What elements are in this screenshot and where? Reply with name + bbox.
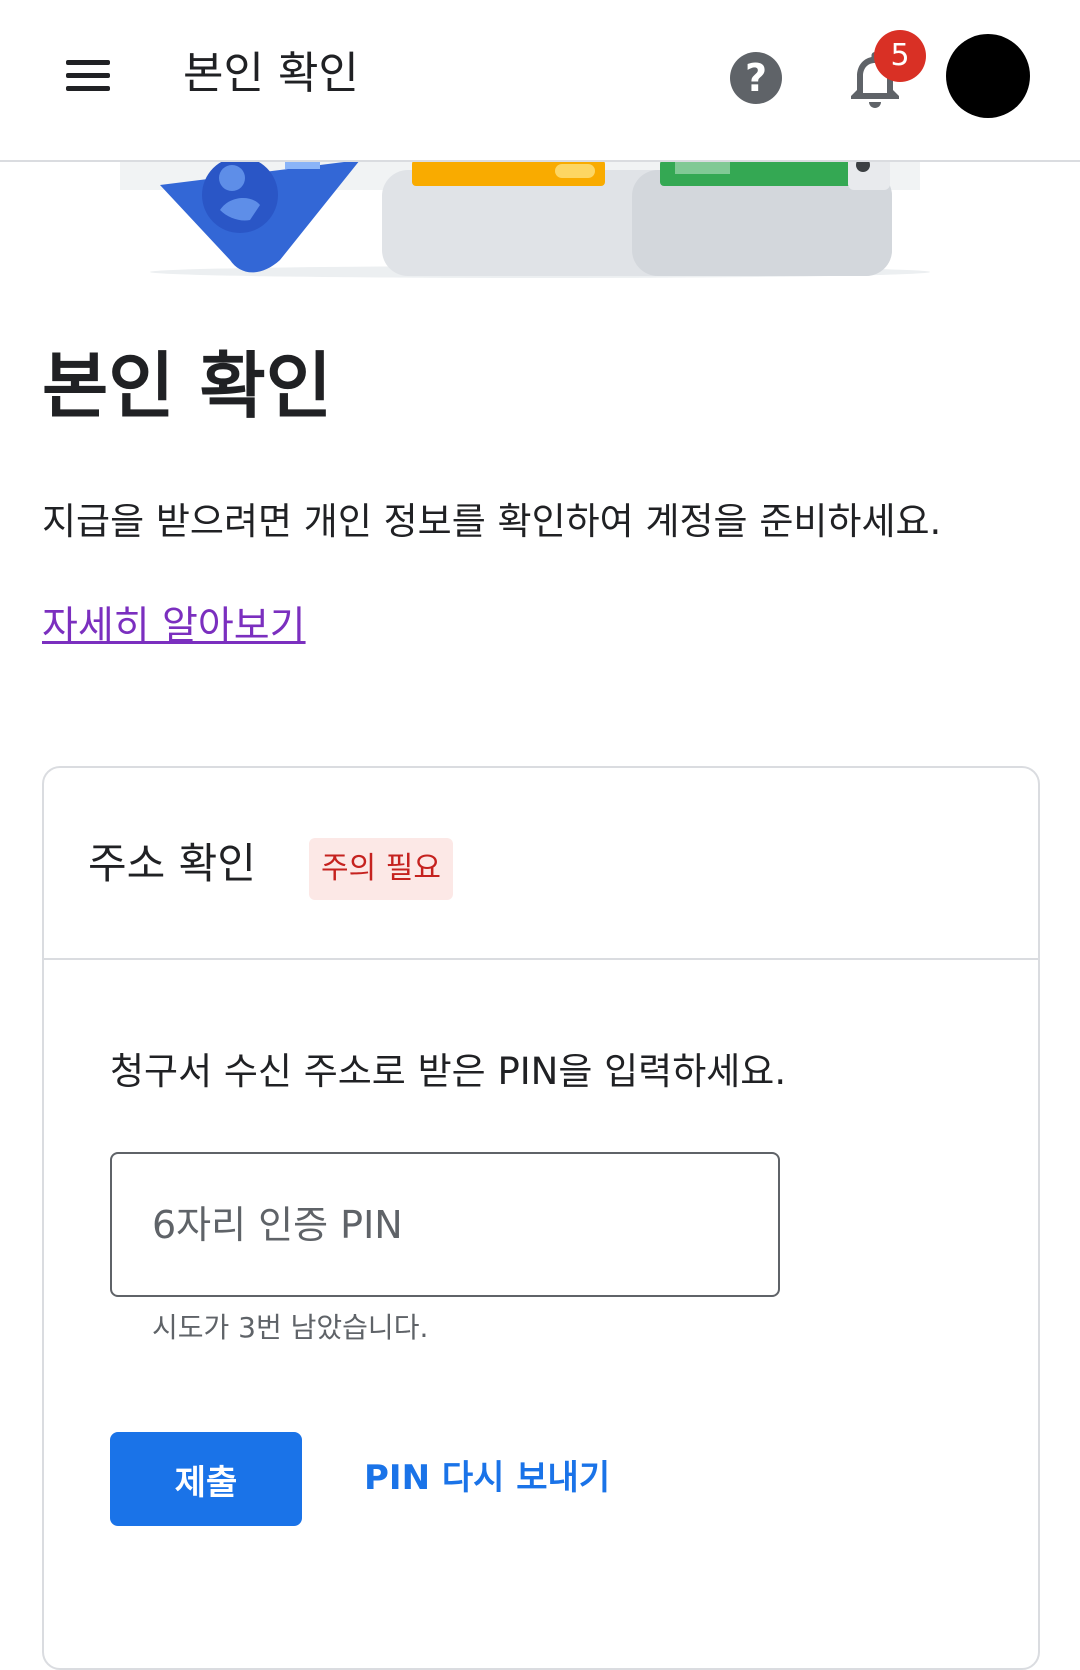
submit-button[interactable]: 제출 bbox=[110, 1432, 302, 1526]
menu-icon[interactable] bbox=[62, 56, 114, 96]
attempts-remaining-text: 시도가 3번 남았습니다. bbox=[152, 1311, 429, 1344]
resend-pin-link[interactable]: PIN 다시 보내기 bbox=[364, 1452, 610, 1504]
page-title: 본인 확인 bbox=[42, 344, 333, 428]
app-bar-title: 본인 확인 bbox=[183, 48, 359, 99]
wallet-illustration bbox=[382, 156, 892, 276]
avatar[interactable] bbox=[946, 34, 1030, 118]
page-description: 지급을 받으려면 개인 정보를 확인하여 계정을 준비하세요. bbox=[42, 500, 942, 543]
help-icon[interactable]: ? bbox=[730, 52, 782, 104]
pin-input[interactable] bbox=[110, 1152, 780, 1297]
notification-count-badge: 5 bbox=[874, 30, 926, 82]
card-title: 주소 확인 bbox=[88, 839, 256, 888]
address-verification-card: 주소 확인 주의 필요 청구서 수신 주소로 받은 PIN을 입력하세요. 시도… bbox=[42, 766, 1040, 1670]
top-app-bar: 본인 확인 ? 5 bbox=[0, 0, 1080, 162]
pin-instruction: 청구서 수신 주소로 받은 PIN을 입력하세요. bbox=[110, 1050, 787, 1093]
status-badge: 주의 필요 bbox=[309, 838, 453, 900]
card-header: 주소 확인 주의 필요 bbox=[44, 768, 1038, 960]
learn-more-link[interactable]: 자세히 알아보기 bbox=[42, 600, 306, 654]
